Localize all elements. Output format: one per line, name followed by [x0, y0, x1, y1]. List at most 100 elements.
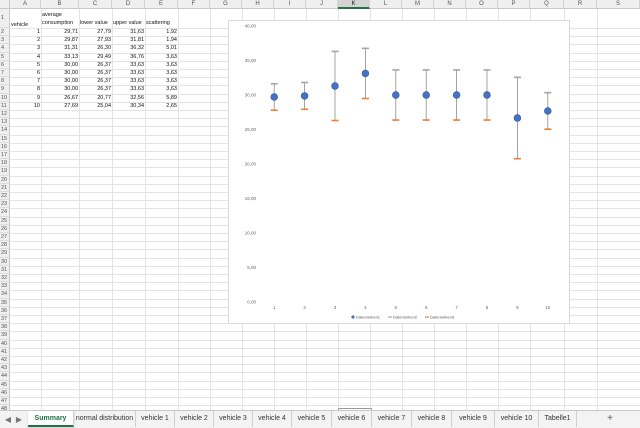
row-header-32[interactable]: 32 [0, 274, 10, 283]
column-header-a[interactable]: A [10, 0, 41, 9]
row-header-33[interactable]: 33 [0, 282, 10, 291]
column-header-l[interactable]: L [370, 0, 402, 9]
column-header-p[interactable]: P [498, 0, 530, 9]
row-header-34[interactable]: 34 [0, 290, 10, 299]
row-header-35[interactable]: 35 [0, 298, 10, 307]
header-consumption[interactable]: consumption [41, 19, 73, 27]
column-header-r[interactable]: R [564, 0, 597, 9]
row-header-1[interactable]: 1 [0, 9, 10, 28]
row-header-36[interactable]: 36 [0, 306, 10, 315]
add-sheet-icon[interactable]: + [603, 412, 617, 426]
column-header-o[interactable]: O [466, 0, 498, 9]
average-point [270, 93, 278, 101]
sheet-tab-vehicle-7[interactable]: vehicle 7 [372, 411, 412, 427]
row-header-9[interactable]: 9 [0, 85, 10, 94]
row-header-2[interactable]: 2 [0, 28, 10, 37]
cell-vehicle[interactable]: 10 [10, 102, 41, 111]
row-header-40[interactable]: 40 [0, 339, 10, 348]
row-header-38[interactable]: 38 [0, 323, 10, 332]
row-header-10[interactable]: 10 [0, 93, 10, 102]
row-header-14[interactable]: 14 [0, 126, 10, 135]
sheet-tab-vehicle-1[interactable]: vehicle 1 [136, 411, 175, 427]
column-header-q[interactable]: Q [530, 0, 564, 9]
errorbar-chart[interactable]: 0,00 5,00 10,00 15,00 20,00 25,00 30,00 35,00 40… [228, 20, 570, 324]
row-header-30[interactable]: 30 [0, 257, 10, 266]
column-header-f[interactable]: F [178, 0, 210, 9]
row-header-15[interactable]: 15 [0, 134, 10, 143]
row-header-7[interactable]: 7 [0, 69, 10, 78]
column-header-i[interactable]: I [274, 0, 306, 9]
sheet-tab-vehicle-3[interactable]: vehicle 3 [214, 411, 253, 427]
row-header-46[interactable]: 46 [0, 388, 10, 397]
row-header-21[interactable]: 21 [0, 183, 10, 192]
row-header-18[interactable]: 18 [0, 159, 10, 168]
select-all-corner[interactable] [0, 0, 10, 9]
sheet-tab-vehicle-4[interactable]: vehicle 4 [253, 411, 292, 427]
column-header-h[interactable]: H [242, 0, 274, 9]
sheet-tab-normal-distribution[interactable]: normal distribution [74, 411, 136, 427]
x-tick-label: 4 [364, 305, 367, 310]
sheet-tab-vehicle-9[interactable]: vehicle 9 [452, 411, 495, 427]
column-header-n[interactable]: N [434, 0, 466, 9]
row-header-12[interactable]: 12 [0, 110, 10, 119]
column-header-c[interactable]: C [79, 0, 112, 9]
column-header-b[interactable]: B [41, 0, 79, 9]
row-header-25[interactable]: 25 [0, 216, 10, 225]
y-tick-label: 25,00 [245, 127, 257, 132]
sheet-tab-vehicle-10[interactable]: vehicle 10 [495, 411, 539, 427]
cell-scatter[interactable]: 2,65 [145, 102, 178, 111]
row-header-42[interactable]: 42 [0, 356, 10, 365]
column-header-e[interactable]: E [145, 0, 178, 9]
row-header-17[interactable]: 17 [0, 151, 10, 160]
header-average[interactable]: average [41, 11, 62, 19]
column-header-d[interactable]: D [112, 0, 145, 9]
row-header-31[interactable]: 31 [0, 265, 10, 274]
header-scattering[interactable]: scattering [145, 19, 170, 27]
row-header-45[interactable]: 45 [0, 380, 10, 389]
column-header-k[interactable]: K [338, 0, 370, 9]
row-header-19[interactable]: 19 [0, 167, 10, 176]
row-header-20[interactable]: 20 [0, 175, 10, 184]
cell-upper[interactable]: 30,34 [112, 102, 145, 111]
next-sheet-icon[interactable]: ▶ [14, 414, 24, 426]
sheet-tab-tabelle1[interactable]: Tabelle1 [539, 411, 577, 427]
column-header-m[interactable]: M [402, 0, 434, 9]
row-header-43[interactable]: 43 [0, 364, 10, 373]
header-upper-value[interactable]: upper value [112, 19, 142, 27]
prev-sheet-icon[interactable]: ◀ [3, 414, 13, 426]
header-lower-value[interactable]: lower value [79, 19, 108, 27]
row-header-41[interactable]: 41 [0, 347, 10, 356]
row-header-23[interactable]: 23 [0, 200, 10, 209]
sheet-tab-vehicle-8[interactable]: vehicle 8 [412, 411, 452, 427]
row-header-22[interactable]: 22 [0, 192, 10, 201]
sheet-tab-vehicle-2[interactable]: vehicle 2 [175, 411, 214, 427]
column-header-j[interactable]: J [306, 0, 338, 9]
row-header-27[interactable]: 27 [0, 233, 10, 242]
row-header-44[interactable]: 44 [0, 372, 10, 381]
row-header-5[interactable]: 5 [0, 52, 10, 61]
row-header-39[interactable]: 39 [0, 331, 10, 340]
y-tick-label: 10,00 [245, 231, 257, 236]
sheet-tab-vehicle-6[interactable]: vehicle 6 [332, 411, 372, 427]
row-header-28[interactable]: 28 [0, 241, 10, 250]
spreadsheet-grid[interactable]: ABCDEFGHIJKLMNOPQRS 1 2 3 4 5 6 7 8 9 10 11 12 13 14 1… [0, 0, 640, 410]
column-header-s[interactable]: S [597, 0, 640, 9]
row-header-16[interactable]: 16 [0, 142, 10, 151]
sheet-tab-vehicle-5[interactable]: vehicle 5 [292, 411, 332, 427]
row-header-47[interactable]: 47 [0, 397, 10, 406]
gridline-horizontal [10, 364, 640, 366]
column-header-g[interactable]: G [210, 0, 242, 9]
sheet-tab-summary[interactable]: Summary [28, 411, 74, 427]
row-header-4[interactable]: 4 [0, 44, 10, 53]
row-header-26[interactable]: 26 [0, 224, 10, 233]
cell-lower[interactable]: 25,04 [79, 102, 112, 111]
row-header-37[interactable]: 37 [0, 315, 10, 324]
row-header-24[interactable]: 24 [0, 208, 10, 217]
row-header-11[interactable]: 11 [0, 101, 10, 110]
row-header-29[interactable]: 29 [0, 249, 10, 258]
row-header-6[interactable]: 6 [0, 60, 10, 69]
row-header-8[interactable]: 8 [0, 77, 10, 86]
row-header-3[interactable]: 3 [0, 36, 10, 45]
row-header-13[interactable]: 13 [0, 118, 10, 127]
cell-average[interactable]: 27,69 [41, 102, 79, 111]
